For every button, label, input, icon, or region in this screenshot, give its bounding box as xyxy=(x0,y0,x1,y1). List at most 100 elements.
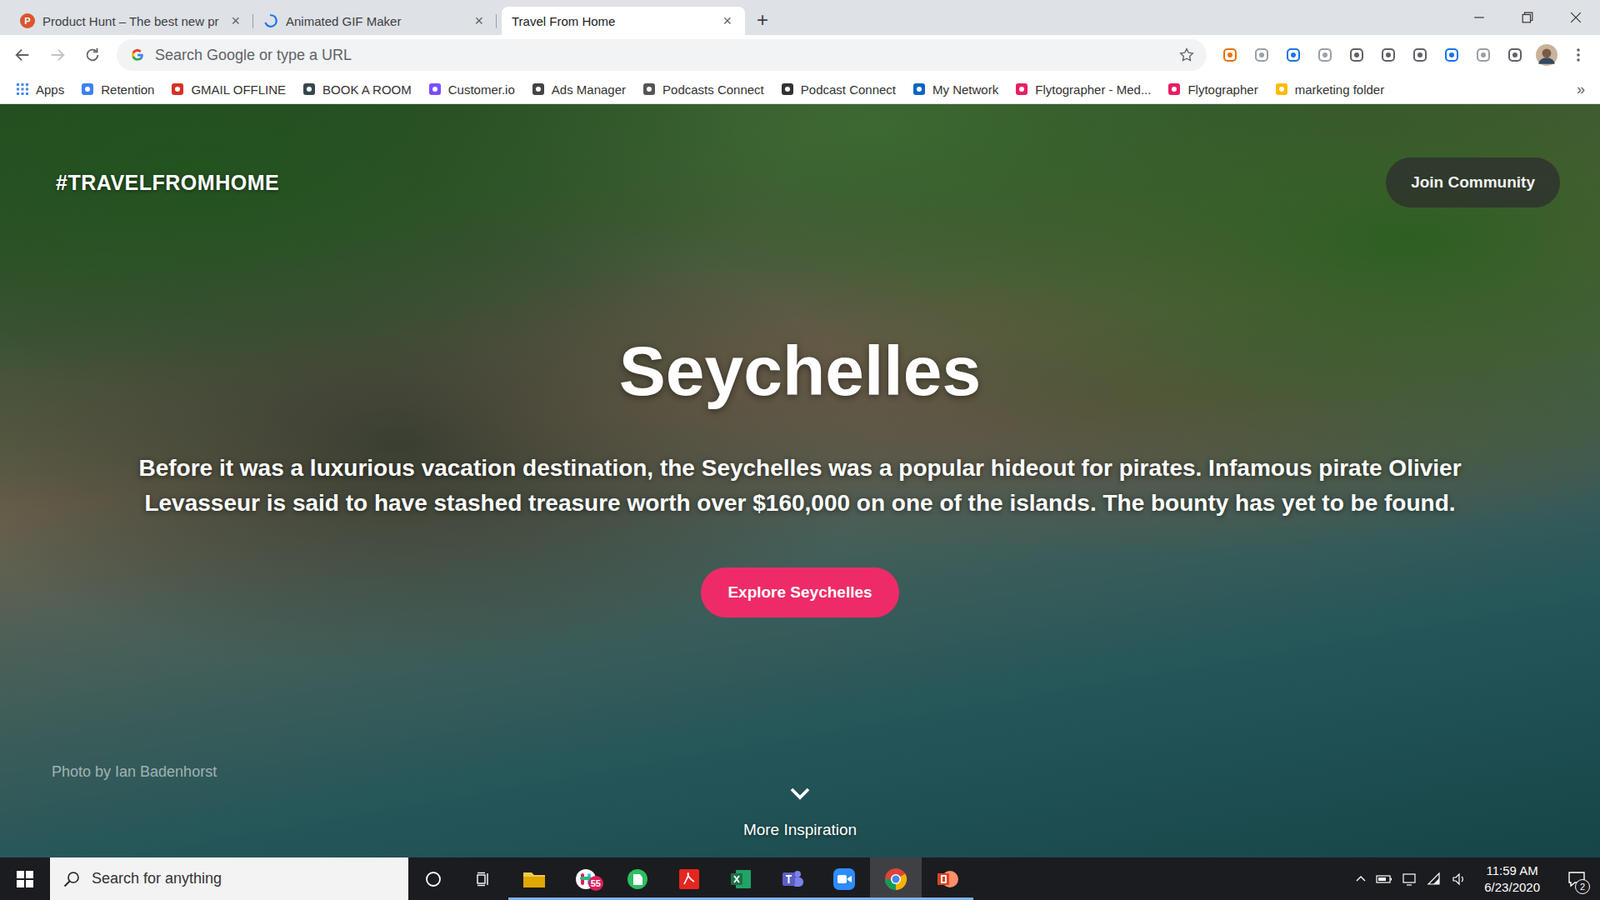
profile-button[interactable] xyxy=(1531,40,1562,70)
extension-button[interactable] xyxy=(1278,40,1309,70)
bookmark-item[interactable]: My Network xyxy=(905,82,1006,97)
notification-count: 2 xyxy=(1575,879,1590,895)
bookmark-label: Apps xyxy=(35,82,65,97)
wifi-icon[interactable] xyxy=(1425,870,1443,888)
tab-close-button[interactable]: × xyxy=(227,12,244,30)
clock-date: 6/23/2020 xyxy=(1484,879,1540,896)
extension-button[interactable] xyxy=(1468,40,1499,70)
bookmark-item[interactable]: Flytographer - Med... xyxy=(1007,82,1159,97)
favicon-icon: P xyxy=(20,13,35,29)
taskbar-app[interactable] xyxy=(715,857,767,900)
tab-strip: PProduct Hunt – The best new pr×Animated… xyxy=(0,0,1600,35)
minimize-button[interactable] xyxy=(1455,0,1504,35)
browser-tab[interactable]: PProduct Hunt – The best new pr× xyxy=(10,6,254,35)
bookmark-item[interactable]: Customer.io xyxy=(420,82,523,97)
extension-button[interactable] xyxy=(1215,40,1245,70)
bookmark-label: BOOK A ROOM xyxy=(322,82,412,97)
bookmark-item[interactable]: Retention xyxy=(73,82,162,97)
system-tray: 11:59 AM6/23/2020 2 xyxy=(1354,857,1600,900)
back-button[interactable] xyxy=(6,39,39,71)
site-logo[interactable]: #TRAVELFROMHOME xyxy=(55,170,280,195)
bookmarks-overflow-button[interactable]: » xyxy=(1576,80,1592,99)
taskbar: Search for anything 55 11:59 AM6/23/2020 2 xyxy=(0,857,1600,900)
bookmark-label: marketing folder xyxy=(1295,82,1385,97)
site-header: #TRAVELFROMHOME Join Community xyxy=(0,104,1600,208)
taskbar-search[interactable]: Search for anything xyxy=(50,857,409,900)
extension-button[interactable] xyxy=(1341,40,1372,70)
bookmark-favicon-icon xyxy=(1015,82,1029,96)
spreadsheet-app-icon xyxy=(728,866,754,892)
forward-arrow-icon xyxy=(48,45,67,65)
kebab-menu-icon xyxy=(1570,46,1587,64)
bookmark-label: Flytographer - Med... xyxy=(1035,82,1151,97)
taskbar-app[interactable]: 55 xyxy=(560,857,612,900)
back-arrow-icon xyxy=(13,45,32,65)
extension-icon xyxy=(1253,46,1270,64)
extension-icon xyxy=(1475,46,1492,64)
extension-button[interactable] xyxy=(1405,40,1435,70)
bookmark-favicon-icon xyxy=(1275,82,1289,96)
taskbar-app[interactable] xyxy=(921,857,974,900)
restore-button[interactable] xyxy=(1503,0,1552,35)
clock-time: 11:59 AM xyxy=(1486,862,1539,880)
taskbar-app[interactable] xyxy=(611,857,664,900)
extension-button[interactable] xyxy=(1500,40,1530,70)
bookmark-star-icon[interactable] xyxy=(1178,46,1195,64)
hero-description: Before it was a luxurious vacation desti… xyxy=(95,450,1505,521)
extension-button[interactable] xyxy=(1246,40,1277,70)
bookmark-item[interactable]: Flytographer xyxy=(1160,82,1265,97)
volume-icon[interactable] xyxy=(1450,870,1468,888)
join-community-button[interactable]: Join Community xyxy=(1385,157,1560,208)
taskbar-app[interactable] xyxy=(818,857,870,900)
extension-button[interactable] xyxy=(1310,40,1340,70)
task-view-button[interactable] xyxy=(458,857,509,900)
reload-icon xyxy=(83,45,102,65)
bookmark-item[interactable]: Apps xyxy=(8,82,72,97)
minimize-icon xyxy=(1473,11,1485,24)
network-icon[interactable] xyxy=(1400,870,1418,888)
bookmark-label: Flytographer xyxy=(1187,82,1258,97)
bookmark-item[interactable]: Ads Manager xyxy=(524,82,634,97)
bookmark-item[interactable]: marketing folder xyxy=(1267,82,1393,97)
bookmark-item[interactable]: Podcasts Connect xyxy=(635,82,772,97)
tab-close-button[interactable]: × xyxy=(719,12,735,30)
battery-icon[interactable] xyxy=(1375,872,1393,886)
bookmark-item[interactable]: GMAIL OFFLINE xyxy=(163,82,294,97)
pdf-app-icon xyxy=(676,866,702,892)
bookmark-item[interactable]: BOOK A ROOM xyxy=(295,82,420,97)
chevron-up-icon[interactable] xyxy=(1354,872,1368,886)
taskbar-app[interactable] xyxy=(870,857,922,900)
taskbar-app[interactable] xyxy=(663,857,715,900)
extension-button[interactable] xyxy=(1373,40,1404,70)
tab-close-button[interactable]: × xyxy=(470,12,487,30)
taskbar-app[interactable] xyxy=(508,857,560,900)
bookmark-favicon-icon xyxy=(428,82,442,96)
menu-button[interactable] xyxy=(1563,40,1594,70)
extension-icon xyxy=(1221,46,1239,64)
bookmark-favicon-icon xyxy=(780,82,795,96)
tab-label: Animated GIF Maker xyxy=(285,14,464,29)
bookmark-label: Retention xyxy=(100,82,155,97)
new-tab-button[interactable]: + xyxy=(756,8,769,32)
notifications-button[interactable]: 2 xyxy=(1556,857,1597,900)
extension-icon xyxy=(1285,46,1302,64)
address-bar[interactable]: Search Google or type a URL xyxy=(116,39,1207,71)
chevron-down-icon xyxy=(787,780,813,806)
start-button[interactable] xyxy=(0,857,50,900)
search-icon xyxy=(63,870,80,888)
taskbar-app[interactable] xyxy=(766,857,819,900)
bookmark-item[interactable]: Podcast Connect xyxy=(773,82,904,97)
browser-tab[interactable]: Travel From Home× xyxy=(501,6,745,35)
close-window-button[interactable] xyxy=(1551,0,1600,35)
more-inspiration-link[interactable]: More Inspiration xyxy=(0,780,1600,840)
browser-tab[interactable]: Animated GIF Maker × xyxy=(253,6,497,35)
hero: Seychelles Before it was a luxurious vaca… xyxy=(0,207,1600,618)
notes-app-icon xyxy=(625,866,650,892)
hero-title: Seychelles xyxy=(619,332,981,410)
forward-button[interactable] xyxy=(41,39,74,71)
cortana-button[interactable] xyxy=(408,857,459,900)
extension-button[interactable] xyxy=(1436,40,1467,70)
reload-button[interactable] xyxy=(76,39,109,71)
explore-button[interactable]: Explore Seychelles xyxy=(700,567,899,618)
clock[interactable]: 11:59 AM6/23/2020 xyxy=(1475,862,1549,895)
